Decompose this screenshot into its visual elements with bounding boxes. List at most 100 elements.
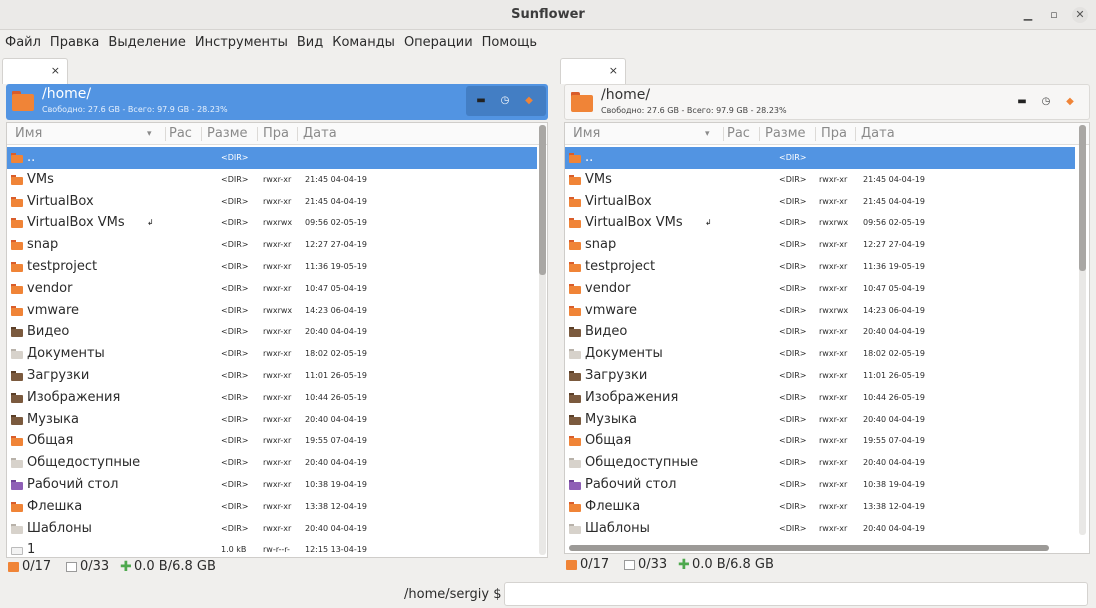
file-row[interactable]: Документы <DIR> rwxr-xr 18:02 02-05-19 (565, 343, 1075, 365)
file-row[interactable]: testproject <DIR> rwxr-xr 11:36 19-05-19 (565, 256, 1075, 278)
file-name: Общая (27, 433, 74, 449)
file-row[interactable]: 1 1.0 kB rw-r--r- 12:15 13-04-19 (7, 539, 537, 558)
file-row[interactable]: Рабочий стол <DIR> rwxr-xr 10:38 19-04-19 (7, 474, 537, 496)
menu-commands[interactable]: Команды (327, 30, 399, 50)
terminal-icon[interactable]: ▬ (1015, 95, 1029, 109)
menu-view[interactable]: Вид (292, 30, 327, 50)
file-row[interactable]: Общедоступные <DIR> rwxr-xr 20:40 04-04-19 (565, 452, 1075, 474)
file-row[interactable]: VirtualBox VMs ↲ <DIR> rwxrwx 09:56 02-05-19 (7, 212, 537, 234)
file-row[interactable]: Загрузки <DIR> rwxr-xr 11:01 26-05-19 (7, 365, 537, 387)
file-permissions: rwxr-xr (819, 523, 848, 533)
menu-select[interactable]: Выделение (103, 30, 189, 50)
file-row[interactable]: Шаблоны <DIR> rwxr-xr 20:40 04-04-19 (565, 518, 1075, 540)
command-input[interactable] (504, 582, 1088, 606)
status-bar: 0/17 0/33 ✚ 0.0 B/6.8 GB (6, 558, 306, 576)
file-row[interactable]: snap <DIR> rwxr-xr 12:27 27-04-19 (565, 234, 1075, 256)
file-row[interactable]: vmware <DIR> rwxrwx 14:23 06-04-19 (565, 300, 1075, 322)
file-row[interactable]: Шаблоны <DIR> rwxr-xr 20:40 04-04-19 (7, 518, 537, 540)
folder-count: 0/17 (22, 559, 52, 574)
file-row[interactable]: Музыка <DIR> rwxr-xr 20:40 04-04-19 (7, 409, 537, 431)
file-row[interactable]: VirtualBox VMs ↲ <DIR> rwxrwx 09:56 02-05-19 (565, 212, 1075, 234)
file-size: <DIR> (779, 349, 807, 359)
menu-file[interactable]: Файл (0, 30, 45, 50)
file-list[interactable]: Имя ▾ Рас Разме Пра Дата .. <DIR> VMs <DIR>… (6, 122, 548, 558)
menu-tools[interactable]: Инструменты (190, 30, 292, 50)
file-date: 21:45 04-04-19 (305, 196, 367, 206)
right-panel: × /home/ Свободно: 27.6 GB - Всего: 97.9… (560, 56, 1090, 576)
column-size[interactable]: Разме (765, 126, 806, 141)
file-permissions: rwxr-xr (263, 174, 292, 184)
horizontal-scrollbar[interactable] (569, 545, 1049, 551)
file-row[interactable]: vmware <DIR> rwxrwx 14:23 06-04-19 (7, 300, 537, 322)
column-date[interactable]: Дата (861, 126, 895, 141)
file-row[interactable]: vendor <DIR> rwxr-xr 10:47 05-04-19 (7, 278, 537, 300)
scrollbar-thumb[interactable] (1079, 125, 1086, 271)
maximize-button[interactable]: ▫ (1046, 7, 1062, 23)
file-date: 20:40 04-04-19 (305, 523, 367, 533)
column-extension[interactable]: Рас (727, 126, 750, 141)
close-button[interactable]: ✕ (1072, 7, 1088, 23)
plus-icon: ✚ (120, 559, 132, 575)
file-row[interactable]: Флешка <DIR> rwxr-xr 13:38 12-04-19 (565, 496, 1075, 518)
column-extension[interactable]: Рас (169, 126, 192, 141)
file-row[interactable]: Загрузки <DIR> rwxr-xr 11:01 26-05-19 (565, 365, 1075, 387)
file-row[interactable]: vendor <DIR> rwxr-xr 10:47 05-04-19 (565, 278, 1075, 300)
parent-dir-row[interactable]: .. <DIR> (7, 147, 537, 169)
menu-edit[interactable]: Правка (45, 30, 103, 50)
file-permissions: rwxr-xr (263, 414, 292, 424)
file-row[interactable]: Изображения <DIR> rwxr-xr 10:44 26-05-19 (7, 387, 537, 409)
file-row[interactable]: Изображения <DIR> rwxr-xr 10:44 26-05-19 (565, 387, 1075, 409)
minimize-button[interactable]: ▁ (1020, 7, 1036, 23)
file-row[interactable]: Музыка <DIR> rwxr-xr 20:40 04-04-19 (565, 409, 1075, 431)
file-row[interactable]: snap <DIR> rwxr-xr 12:27 27-04-19 (7, 234, 537, 256)
sort-chevron-icon[interactable]: ▾ (147, 129, 152, 139)
sort-chevron-icon[interactable]: ▾ (705, 129, 710, 139)
parent-dir-row[interactable]: .. <DIR> (565, 147, 1075, 169)
vertical-scrollbar[interactable] (539, 125, 546, 555)
column-header: Имя ▾ Рас Разме Пра Дата (565, 123, 1089, 145)
terminal-icon[interactable]: ▬ (474, 94, 488, 108)
file-name: 1 (27, 542, 36, 558)
column-name[interactable]: Имя (573, 126, 600, 141)
file-row[interactable]: Общая <DIR> rwxr-xr 19:55 07-04-19 (7, 430, 537, 452)
file-size: <DIR> (221, 349, 249, 359)
title-bar: Sunflower ▁ ▫ ✕ (0, 0, 1096, 30)
path-bar[interactable]: /home/ Свободно: 27.6 GB - Всего: 97.9 G… (564, 84, 1090, 120)
panel-tab[interactable]: × (560, 58, 626, 84)
file-row[interactable]: Видео <DIR> rwxr-xr 20:40 04-04-19 (7, 321, 537, 343)
file-row[interactable]: Видео <DIR> rwxr-xr 20:40 04-04-19 (565, 321, 1075, 343)
bookmark-icon[interactable]: ◆ (522, 94, 536, 108)
history-icon[interactable]: ◷ (1039, 95, 1053, 109)
plus-icon: ✚ (678, 557, 690, 573)
path-bar[interactable]: /home/ Свободно: 27.6 GB - Всего: 97.9 G… (6, 84, 548, 120)
folder-icon (571, 92, 593, 112)
file-row[interactable]: Общая <DIR> rwxr-xr 19:55 07-04-19 (565, 430, 1075, 452)
bookmark-icon[interactable]: ◆ (1063, 95, 1077, 109)
folder-icon (11, 458, 23, 469)
column-permissions[interactable]: Пра (821, 126, 847, 141)
file-count-icon (624, 560, 635, 570)
column-date[interactable]: Дата (303, 126, 337, 141)
panel-tab[interactable]: × (2, 58, 68, 84)
file-row[interactable]: Рабочий стол <DIR> rwxr-xr 10:38 19-04-19 (565, 474, 1075, 496)
menu-operations[interactable]: Операции (399, 30, 477, 50)
tab-close-icon[interactable]: × (609, 64, 618, 77)
column-name[interactable]: Имя (15, 126, 42, 141)
file-row[interactable]: Флешка <DIR> rwxr-xr 13:38 12-04-19 (7, 496, 537, 518)
menu-help[interactable]: Помощь (477, 30, 541, 50)
column-permissions[interactable]: Пра (263, 126, 289, 141)
file-row[interactable]: VirtualBox <DIR> rwxr-xr 21:45 04-04-19 (565, 191, 1075, 213)
folder-icon (569, 480, 581, 490)
file-row[interactable]: testproject <DIR> rwxr-xr 11:36 19-05-19 (7, 256, 537, 278)
vertical-scrollbar[interactable] (1079, 125, 1086, 535)
file-row[interactable]: VMs <DIR> rwxr-xr 21:45 04-04-19 (565, 169, 1075, 191)
column-size[interactable]: Разме (207, 126, 248, 141)
file-list[interactable]: Имя ▾ Рас Разме Пра Дата .. <DIR> VMs <DIR>… (564, 122, 1090, 554)
file-row[interactable]: VirtualBox <DIR> rwxr-xr 21:45 04-04-19 (7, 191, 537, 213)
history-icon[interactable]: ◷ (498, 94, 512, 108)
file-row[interactable]: Документы <DIR> rwxr-xr 18:02 02-05-19 (7, 343, 537, 365)
scrollbar-thumb[interactable] (539, 125, 546, 275)
file-row[interactable]: Общедоступные <DIR> rwxr-xr 20:40 04-04-19 (7, 452, 537, 474)
file-row[interactable]: VMs <DIR> rwxr-xr 21:45 04-04-19 (7, 169, 537, 191)
tab-close-icon[interactable]: × (51, 64, 60, 77)
